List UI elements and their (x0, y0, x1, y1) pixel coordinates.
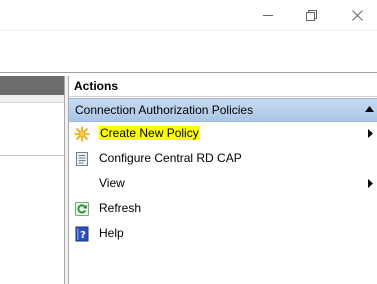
title-bar (0, 0, 377, 30)
action-refresh[interactable]: Refresh (69, 197, 377, 221)
actions-title-bar: Actions (69, 76, 377, 97)
submenu-arrow-icon (368, 179, 373, 188)
menu-bar-area (0, 30, 377, 74)
action-label-refresh: Refresh (99, 201, 142, 215)
action-label-create-new-policy: Create New Policy (99, 126, 200, 140)
action-configure-central-rd-cap[interactable]: Configure Central RD CAP (69, 147, 377, 171)
minimize-icon (263, 15, 273, 16)
section-header-label: Connection Authorization Policies (75, 103, 254, 117)
collapse-up-arrow-icon[interactable] (365, 106, 374, 112)
result-pane-header (0, 76, 64, 95)
restore-button[interactable] (288, 0, 334, 30)
result-pane-subbar (0, 95, 64, 103)
close-icon (351, 9, 363, 21)
minimize-button[interactable] (245, 0, 291, 30)
restore-icon (305, 9, 317, 21)
action-label-help: Help (99, 226, 124, 240)
result-pane[interactable] (0, 76, 65, 284)
actions-title: Actions (74, 79, 119, 93)
result-pane-divider (0, 155, 64, 156)
actions-pane: Actions Connection Authorization Policie… (68, 76, 377, 284)
action-view[interactable]: View (69, 172, 377, 196)
toolbar-divider (0, 72, 377, 73)
action-label-view: View (99, 176, 125, 190)
section-header-connection-authorization-policies[interactable]: Connection Authorization Policies (69, 98, 377, 122)
sunburst-icon (74, 126, 90, 142)
action-help[interactable]: ? Help (69, 222, 377, 246)
server-config-icon (76, 152, 88, 166)
action-label-configure-central-rd-cap: Configure Central RD CAP (99, 151, 242, 165)
help-book-icon: ? (75, 226, 89, 242)
close-button[interactable] (334, 0, 377, 30)
action-create-new-policy[interactable]: Create New Policy (69, 122, 377, 146)
refresh-icon (75, 202, 89, 216)
submenu-arrow-icon (368, 129, 373, 138)
svg-text:?: ? (80, 230, 86, 241)
